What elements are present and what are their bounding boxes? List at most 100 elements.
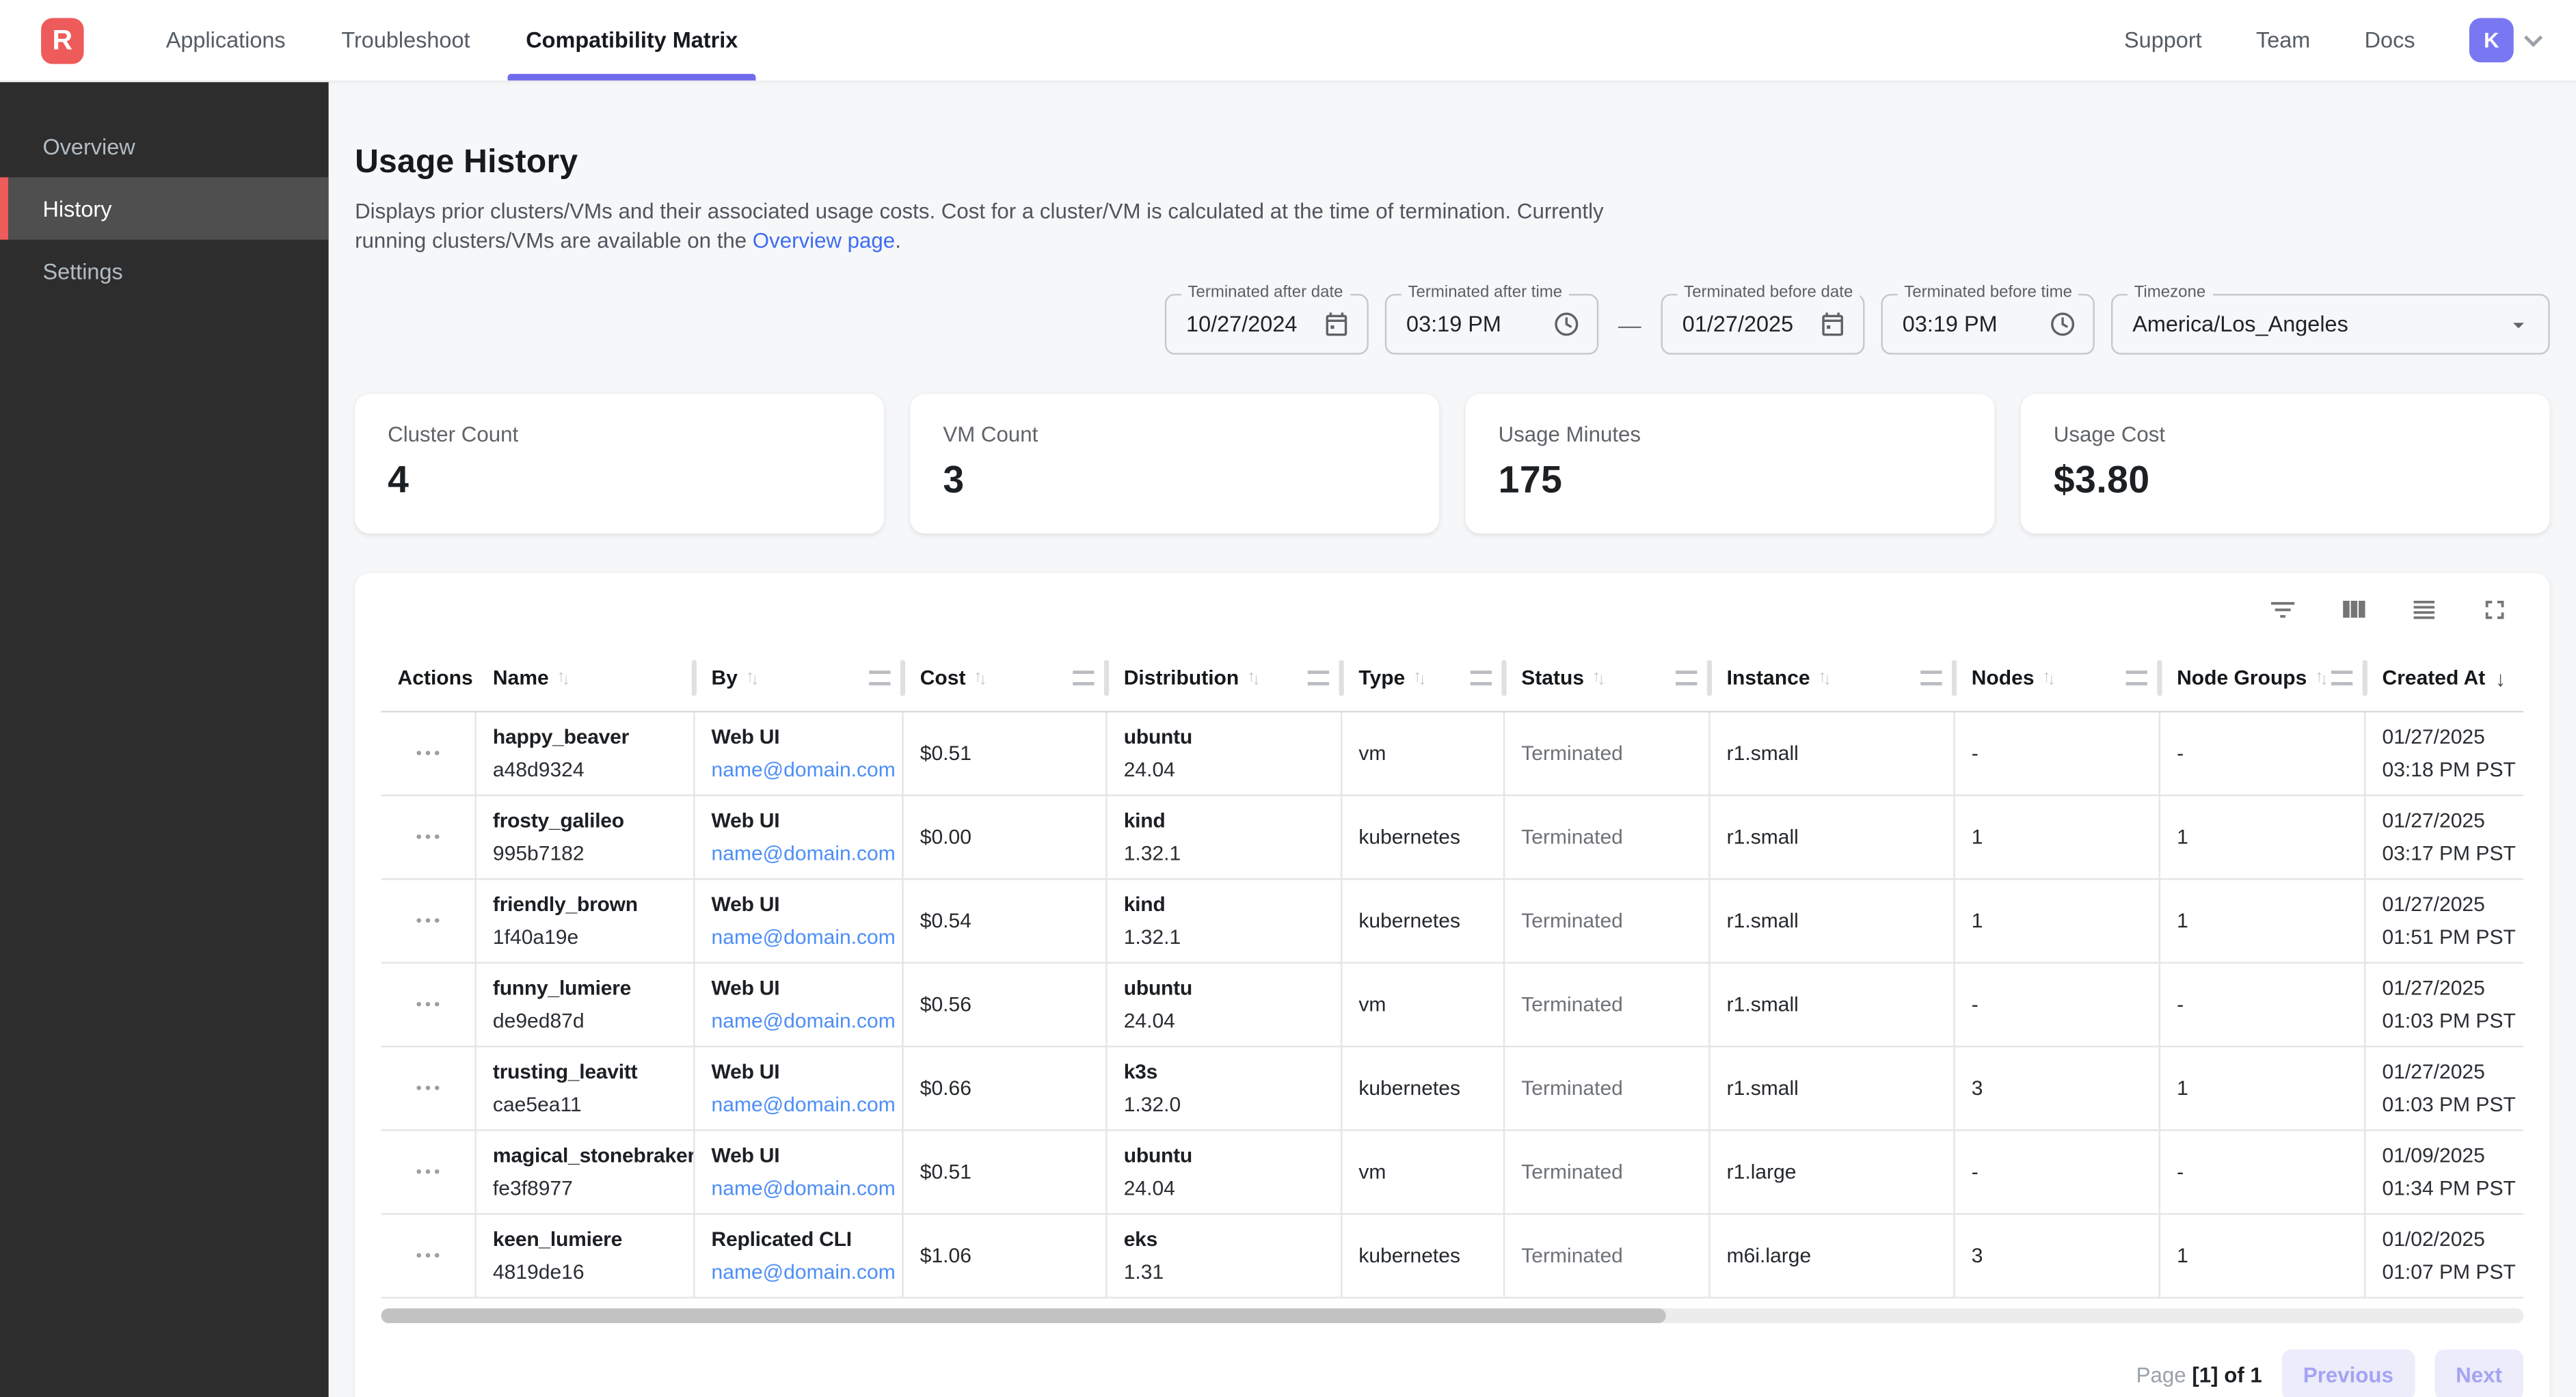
column-resize-handle[interactable] xyxy=(1308,670,1329,686)
nav-item-applications[interactable]: Applications xyxy=(138,0,314,81)
column-resize-handle[interactable] xyxy=(869,670,890,686)
created-date: 01/27/2025 xyxy=(2382,972,2510,1005)
sort-icon[interactable]: ↑↓ xyxy=(746,670,759,686)
table-row: •••funny_lumierede9ed87dWeb UIname@domai… xyxy=(381,964,2524,1047)
created-time: 03:18 PM PST xyxy=(2382,753,2510,786)
sort-icon[interactable]: ↑↓ xyxy=(557,670,570,686)
created-time: 01:34 PM PST xyxy=(2382,1172,2510,1205)
column-resize-handle[interactable] xyxy=(1073,670,1094,686)
show-hide-columns-icon[interactable] xyxy=(2330,586,2376,632)
sort-icon[interactable]: ↑↓ xyxy=(1413,670,1426,686)
sort-icon[interactable]: ↑↓ xyxy=(2315,670,2328,686)
row-actions-button[interactable]: ••• xyxy=(410,1240,450,1272)
instance-cell: r1.small xyxy=(1710,880,1955,962)
clock-icon[interactable] xyxy=(1553,310,1581,338)
column-resize-handle[interactable] xyxy=(2126,670,2147,686)
replicated-logo[interactable]: R xyxy=(0,0,84,81)
nodes-cell: 3 xyxy=(1955,1047,2160,1129)
overview-page-link[interactable]: Overview page xyxy=(753,228,895,253)
cluster-name: magical_stonebraker xyxy=(493,1139,680,1172)
terminated-after-date-field[interactable]: Terminated after date 10/27/2024 xyxy=(1165,294,1369,355)
created-time: 01:03 PM PST xyxy=(2382,1088,2510,1121)
nav-item-troubleshoot[interactable]: Troubleshoot xyxy=(314,0,498,81)
by-cell: Web UIname@domain.com xyxy=(695,964,904,1046)
sort-icon[interactable]: ↑↓ xyxy=(1247,670,1260,686)
column-resize-handle[interactable] xyxy=(1920,670,1942,686)
type-cell: kubernetes xyxy=(1342,1215,1505,1297)
nodes-cell: 1 xyxy=(1955,796,2160,878)
sort-icon[interactable]: ↑↓ xyxy=(1819,670,1832,686)
column-resize-handle[interactable] xyxy=(2331,670,2352,686)
row-actions-button[interactable]: ••• xyxy=(410,1156,450,1188)
instance-type: m6i.large xyxy=(1727,1245,1940,1268)
row-actions-button[interactable]: ••• xyxy=(410,989,450,1020)
status-badge: Terminated xyxy=(1521,1077,1695,1100)
row-actions-button[interactable]: ••• xyxy=(410,822,450,853)
status-cell: Terminated xyxy=(1505,796,1710,878)
sort-icon[interactable]: ↑↓ xyxy=(1592,670,1605,686)
row-actions-button[interactable]: ••• xyxy=(410,906,450,937)
column-divider xyxy=(1339,660,1344,696)
next-page-button[interactable]: Next xyxy=(2434,1349,2523,1397)
column-resize-handle[interactable] xyxy=(1676,670,1697,686)
nodes-count: - xyxy=(1972,993,2146,1016)
status-cell: Terminated xyxy=(1505,1131,1710,1213)
clock-icon[interactable] xyxy=(2049,310,2077,338)
sidebar-item-overview[interactable]: Overview xyxy=(0,115,329,177)
usage-history-table-card: ActionsName↑↓By↑↓Cost↑↓Distribution↑↓Typ… xyxy=(355,573,2550,1397)
sorted-desc-icon[interactable]: ↓ xyxy=(2495,667,2506,688)
node-groups-count: - xyxy=(2177,1161,2351,1184)
date-range-separator: — xyxy=(1615,311,1644,337)
type-value: vm xyxy=(1358,993,1490,1016)
nav-item-compatibility-matrix[interactable]: Compatibility Matrix xyxy=(498,0,766,81)
created-by-email-link[interactable]: name@domain.com xyxy=(712,837,889,870)
instance-type: r1.small xyxy=(1727,993,1940,1016)
actions-cell: ••• xyxy=(381,712,477,794)
density-icon[interactable] xyxy=(2400,586,2446,632)
instance-cell: r1.small xyxy=(1710,964,1955,1046)
row-actions-button[interactable]: ••• xyxy=(410,1073,450,1104)
calendar-icon[interactable] xyxy=(1322,310,1350,338)
created-by-source: Web UI xyxy=(712,804,889,837)
column-resize-handle[interactable] xyxy=(1471,670,1492,686)
distribution-version: 24.04 xyxy=(1124,1005,1328,1037)
terminated-before-time-field[interactable]: Terminated before time 03:19 PM xyxy=(1881,294,2095,355)
created-date: 01/09/2025 xyxy=(2382,1139,2510,1172)
top-right-links: Support Team Docs K xyxy=(2124,0,2576,81)
type-cell: vm xyxy=(1342,712,1505,794)
nav-link-team[interactable]: Team xyxy=(2256,28,2310,53)
cost-cell: $0.00 xyxy=(904,796,1108,878)
column-label: Instance xyxy=(1727,666,1810,690)
terminated-before-date-field[interactable]: Terminated before date 01/27/2025 xyxy=(1661,294,1865,355)
nav-link-support[interactable]: Support xyxy=(2124,28,2202,53)
sort-icon[interactable]: ↑↓ xyxy=(974,670,987,686)
column-header-by: By↑↓ xyxy=(695,645,904,711)
created-at-cell: 01/02/202501:07 PM PST xyxy=(2365,1215,2523,1297)
created-by-email-link[interactable]: name@domain.com xyxy=(712,1005,889,1037)
cost-value: $0.00 xyxy=(920,826,1092,849)
type-value: vm xyxy=(1358,1161,1490,1184)
horizontal-scrollbar-thumb[interactable] xyxy=(381,1308,1667,1323)
filter-icon[interactable] xyxy=(2259,586,2305,632)
previous-page-button[interactable]: Previous xyxy=(2282,1349,2415,1397)
created-by-email-link[interactable]: name@domain.com xyxy=(712,1256,889,1288)
calendar-icon[interactable] xyxy=(1819,310,1847,338)
account-menu[interactable]: K xyxy=(2469,18,2540,62)
instance-cell: r1.small xyxy=(1710,1047,1955,1129)
created-at-cell: 01/27/202501:03 PM PST xyxy=(2365,1047,2523,1129)
cluster-id: fe3f8977 xyxy=(493,1172,680,1205)
timezone-select[interactable]: Timezone America/Los_Angeles xyxy=(2111,294,2550,355)
row-actions-button[interactable]: ••• xyxy=(410,738,450,770)
sidebar-item-settings[interactable]: Settings xyxy=(0,240,329,302)
pagination: Page [1] of 1 Previous Next xyxy=(381,1323,2524,1397)
created-by-email-link[interactable]: name@domain.com xyxy=(712,1088,889,1121)
sort-icon[interactable]: ↑↓ xyxy=(2043,670,2056,686)
created-by-email-link[interactable]: name@domain.com xyxy=(712,753,889,786)
node-groups-cell: - xyxy=(2160,712,2365,794)
sidebar-item-history[interactable]: History xyxy=(0,177,329,239)
nav-link-docs[interactable]: Docs xyxy=(2365,28,2415,53)
fullscreen-icon[interactable] xyxy=(2471,586,2517,632)
terminated-after-time-field[interactable]: Terminated after time 03:19 PM xyxy=(1385,294,1598,355)
created-by-email-link[interactable]: name@domain.com xyxy=(712,921,889,953)
created-by-email-link[interactable]: name@domain.com xyxy=(712,1172,889,1205)
